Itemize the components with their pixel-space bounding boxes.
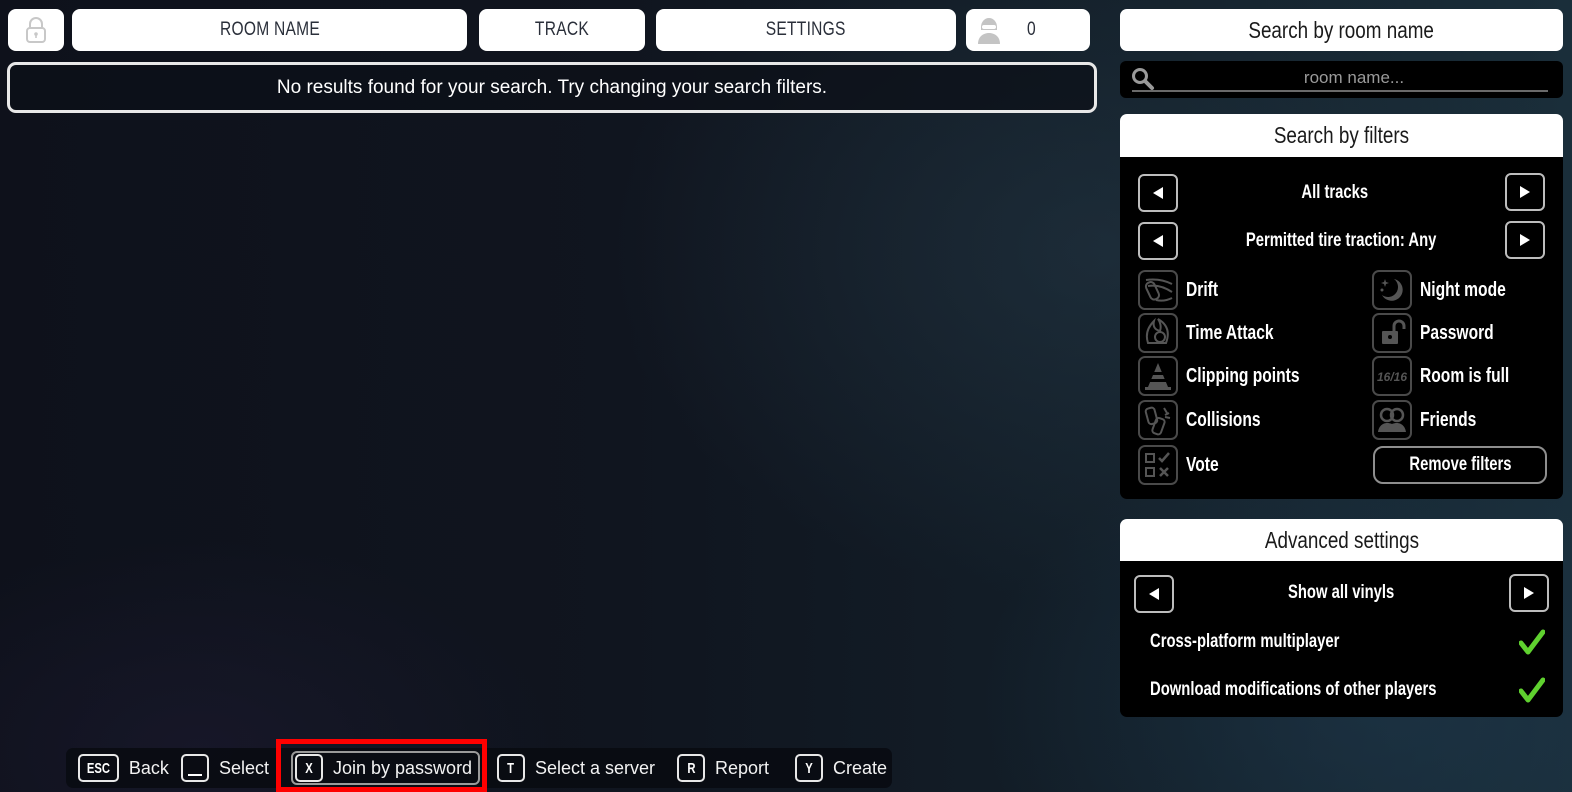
- room-name-column[interactable]: ROOM NAME: [72, 9, 467, 51]
- settings-header: SETTINGS: [766, 19, 846, 40]
- moon-icon: [1380, 279, 1403, 301]
- players-column[interactable]: 0: [966, 9, 1090, 51]
- x-key-icon: X: [295, 754, 323, 782]
- spacebar-key-icon: [181, 754, 209, 782]
- track-next-button[interactable]: [1505, 173, 1545, 211]
- t-key-icon: T: [497, 754, 525, 782]
- filter-drift[interactable]: Drift: [1138, 270, 1227, 310]
- filter-collisions[interactable]: Collisions: [1138, 400, 1282, 440]
- padlock-icon: [26, 17, 46, 43]
- svg-text:16/16: 16/16: [1377, 370, 1407, 384]
- filter-night-mode[interactable]: Night mode: [1372, 270, 1530, 310]
- collision-icon: [1144, 406, 1171, 436]
- search-by-filters-header: Search by filters: [1120, 114, 1563, 157]
- track-column[interactable]: TRACK: [479, 9, 645, 51]
- input-underline: [1132, 90, 1548, 92]
- checkmark-icon[interactable]: [1519, 629, 1545, 655]
- filter-clipping-points[interactable]: Clipping points: [1138, 356, 1332, 396]
- r-key-icon: R: [677, 754, 705, 782]
- room-name-header: ROOM NAME: [219, 19, 320, 40]
- filter-password[interactable]: Password: [1372, 313, 1514, 353]
- y-key-icon: Y: [795, 754, 823, 782]
- drift-icon: [1144, 278, 1173, 302]
- traffic-cone-icon: [1145, 363, 1171, 390]
- advanced-settings-header: Advanced settings: [1120, 519, 1563, 561]
- settings-column[interactable]: SETTINGS: [656, 9, 956, 51]
- traction-prev-button[interactable]: [1138, 222, 1178, 260]
- cross-platform-option[interactable]: Cross-platform multiplayer: [1150, 627, 1545, 657]
- track-prev-button[interactable]: [1138, 174, 1178, 212]
- filter-time-attack[interactable]: Time Attack: [1138, 313, 1298, 353]
- arrow-right-icon: [1524, 587, 1534, 599]
- lock-filter-column[interactable]: [8, 9, 64, 51]
- players-count: 0: [1026, 19, 1036, 40]
- vinyl-next-button[interactable]: [1509, 574, 1549, 612]
- filter-friends[interactable]: Friends: [1372, 400, 1492, 440]
- unlock-icon: [1382, 319, 1406, 344]
- vinyl-selector-value: Show all vinyls: [1287, 582, 1395, 603]
- filter-room-is-full[interactable]: 16/16 Room is full: [1372, 356, 1534, 396]
- driver-helmet-icon: [978, 18, 1000, 44]
- room-full-icon: 16/16: [1377, 370, 1407, 384]
- checkmark-icon[interactable]: [1519, 677, 1545, 703]
- hint-select-server[interactable]: T Select a server: [497, 752, 655, 784]
- hint-create[interactable]: Y Create: [795, 752, 887, 784]
- traction-next-button[interactable]: [1505, 221, 1545, 259]
- arrow-left-icon: [1153, 235, 1163, 247]
- arrow-right-icon: [1520, 234, 1530, 246]
- hint-report[interactable]: R Report: [677, 752, 769, 784]
- hint-back[interactable]: ESC Back: [78, 752, 169, 784]
- arrow-right-icon: [1520, 186, 1530, 198]
- download-mods-option[interactable]: Download modifications of other players: [1150, 675, 1545, 705]
- filter-vote[interactable]: Vote: [1138, 445, 1228, 485]
- no-results-message: No results found for your search. Try ch…: [7, 62, 1097, 113]
- hint-join-by-password[interactable]: X Join by password: [291, 751, 481, 785]
- track-selector-value: All tracks: [1301, 182, 1369, 203]
- vinyl-prev-button[interactable]: [1134, 575, 1174, 613]
- room-name-input[interactable]: [1160, 67, 1548, 89]
- arrow-left-icon: [1149, 588, 1159, 600]
- vote-icon: [1145, 452, 1170, 477]
- friends-icon: [1378, 407, 1406, 432]
- track-header: TRACK: [534, 19, 590, 40]
- traction-selector-value: Permitted tire traction: Any: [1245, 230, 1437, 251]
- room-name-search-box: [1120, 61, 1563, 98]
- remove-filters-button[interactable]: Remove filters: [1373, 446, 1547, 484]
- esc-key-icon: ESC: [78, 754, 119, 782]
- search-by-room-name-header: Search by room name: [1120, 9, 1563, 51]
- search-icon: [1132, 68, 1154, 90]
- time-attack-icon: [1145, 317, 1169, 344]
- arrow-left-icon: [1153, 187, 1163, 199]
- hint-select[interactable]: Select: [181, 752, 269, 784]
